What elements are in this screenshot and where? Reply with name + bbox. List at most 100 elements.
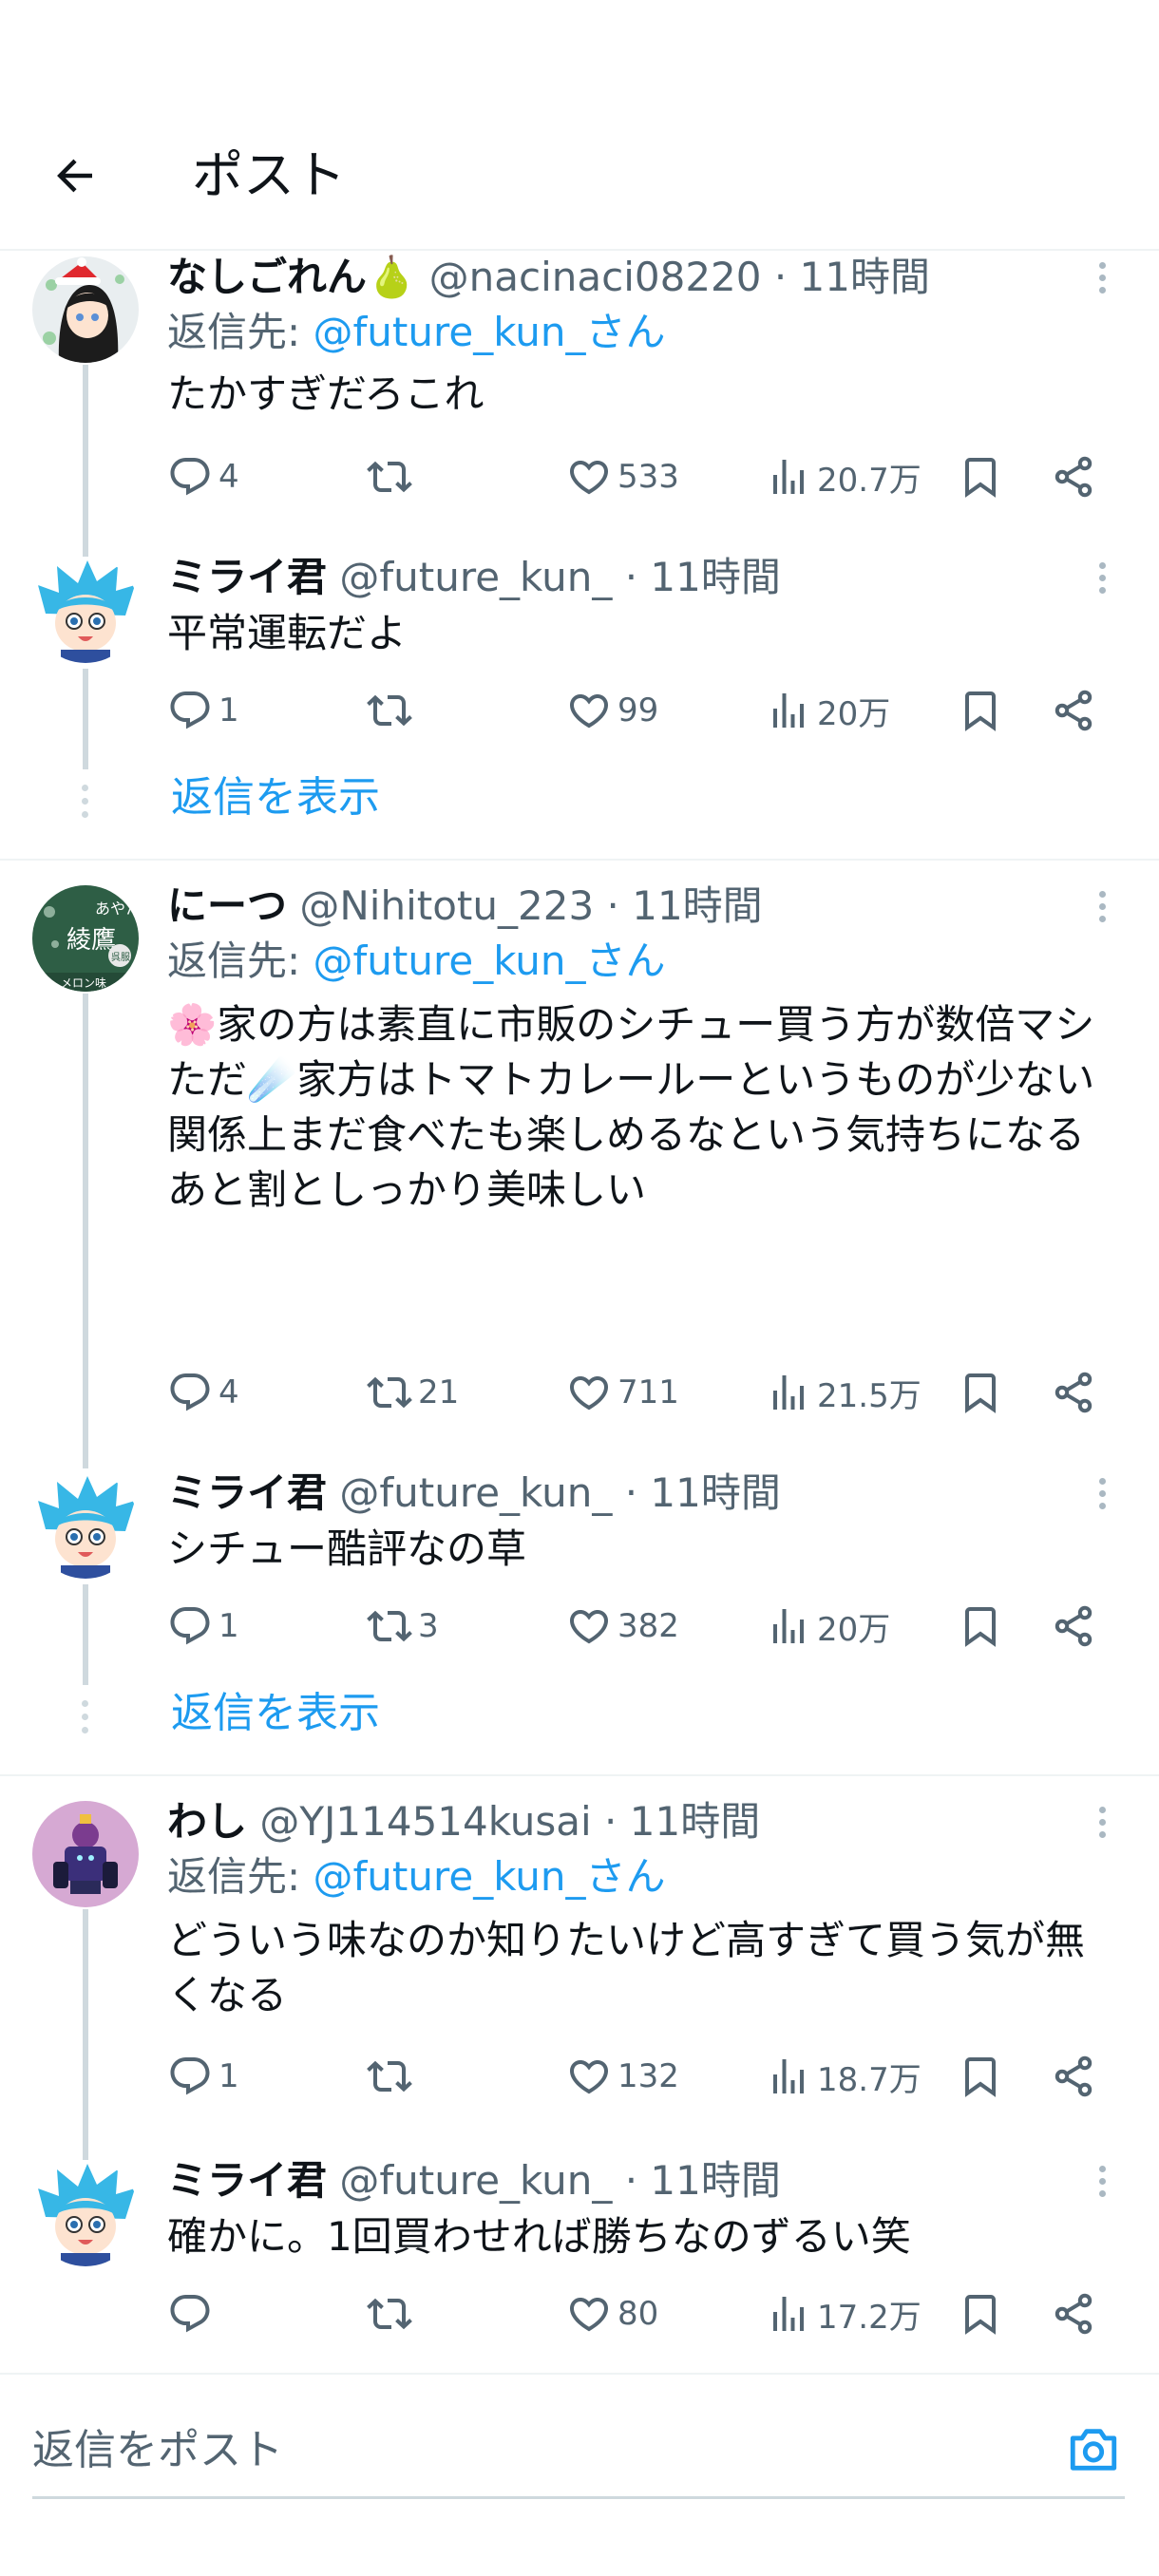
retweet-icon bbox=[367, 1376, 412, 1409]
thread-line bbox=[83, 365, 88, 560]
more-options-button[interactable] bbox=[1083, 251, 1121, 304]
tweet-nacinaci[interactable]: なしごれん🍐 @nacinaci08220 · 11時間 返信先: @futur… bbox=[0, 251, 1159, 560]
reply-icon bbox=[170, 1373, 210, 1411]
tweet-meta: ミライ君 @future_kun_ · 11時間 bbox=[167, 2154, 1083, 2207]
tweet-text: シチュー酷評なの草 bbox=[167, 1525, 527, 1572]
bookmark-button[interactable] bbox=[958, 2285, 1009, 2342]
retweet-button[interactable] bbox=[367, 2285, 418, 2342]
handle[interactable]: @future_kun_ bbox=[339, 2157, 612, 2204]
reply-button[interactable]: 1 bbox=[167, 2048, 239, 2105]
retweet-button[interactable] bbox=[367, 448, 418, 505]
timestamp[interactable]: · 11時間 bbox=[604, 1798, 760, 1845]
display-name[interactable]: ミライ君 bbox=[167, 1469, 327, 1516]
timestamp[interactable]: · 11時間 bbox=[607, 882, 763, 929]
timestamp[interactable]: · 11時間 bbox=[625, 1469, 781, 1516]
share-button[interactable] bbox=[1051, 682, 1102, 739]
avatar[interactable] bbox=[32, 1801, 139, 1907]
avatar[interactable] bbox=[32, 557, 139, 663]
display-name[interactable]: ミライ君 bbox=[167, 2157, 327, 2204]
like-count: 533 bbox=[618, 458, 679, 496]
camera-button[interactable] bbox=[1062, 2418, 1125, 2481]
show-replies-link[interactable]: 返信を表示 bbox=[171, 769, 380, 826]
tweet-future-kun[interactable]: ミライ君 @future_kun_ · 11時間 確かに。1回買わせれば勝ちなの… bbox=[0, 2154, 1159, 2363]
timestamp[interactable]: · 11時間 bbox=[774, 254, 930, 300]
tweet-future-kun[interactable]: ミライ君 @future_kun_ · 11時間 平常運転だよ 1 99 20万… bbox=[0, 551, 1159, 855]
views-button[interactable]: 20.7万 bbox=[766, 448, 922, 505]
page-title: ポスト bbox=[192, 145, 346, 205]
display-name[interactable]: ミライ君 bbox=[167, 554, 327, 600]
tweet-yj114514kusai[interactable]: わし @YJ114514kusai · 11時間 返信先: @future_ku… bbox=[0, 1795, 1159, 2160]
display-name[interactable]: なしごれん🍐 bbox=[167, 254, 416, 300]
action-bar: 1 99 20万 bbox=[167, 682, 1117, 739]
handle[interactable]: @Nihitotu_223 bbox=[299, 882, 594, 929]
handle[interactable]: @YJ114514kusai bbox=[259, 1798, 591, 1845]
views-button[interactable]: 21.5万 bbox=[766, 1364, 922, 1421]
avatar[interactable] bbox=[32, 1472, 139, 1579]
avatar[interactable] bbox=[32, 256, 139, 363]
reply-to-mention[interactable]: @future_kun_さん bbox=[314, 938, 666, 984]
views-button[interactable]: 17.2万 bbox=[766, 2285, 922, 2342]
retweet-button[interactable] bbox=[367, 682, 418, 739]
like-button[interactable]: 132 bbox=[566, 2048, 679, 2105]
share-button[interactable] bbox=[1051, 1598, 1102, 1655]
avatar-text: あやたか bbox=[95, 900, 139, 918]
reply-button[interactable]: 1 bbox=[167, 682, 239, 739]
share-button[interactable] bbox=[1051, 448, 1102, 505]
like-button[interactable]: 711 bbox=[566, 1364, 679, 1421]
bookmark-button[interactable] bbox=[958, 682, 1009, 739]
more-options-button[interactable] bbox=[1083, 1795, 1121, 1848]
more-options-button[interactable] bbox=[1083, 1467, 1121, 1520]
reply-button[interactable]: 4 bbox=[167, 448, 239, 505]
avatar[interactable]: あやたか 綾鷹 呉服 メロン味 bbox=[32, 885, 139, 992]
retweet-icon bbox=[367, 694, 412, 727]
views-button[interactable]: 20万 bbox=[766, 682, 890, 739]
like-button[interactable]: 382 bbox=[566, 1598, 679, 1655]
reply-to-mention[interactable]: @future_kun_さん bbox=[314, 1853, 666, 1900]
share-button[interactable] bbox=[1051, 1364, 1102, 1421]
show-replies-link[interactable]: 返信を表示 bbox=[171, 1685, 380, 1742]
more-options-button[interactable] bbox=[1083, 551, 1121, 604]
handle[interactable]: @future_kun_ bbox=[339, 554, 612, 600]
retweet-icon bbox=[367, 2060, 412, 2093]
share-button[interactable] bbox=[1051, 2048, 1102, 2105]
like-button[interactable]: 533 bbox=[566, 448, 679, 505]
like-button[interactable]: 99 bbox=[566, 682, 658, 739]
share-button[interactable] bbox=[1051, 2285, 1102, 2342]
action-bar: 4 21 711 21.5万 bbox=[167, 1364, 1117, 1421]
input-underline bbox=[32, 2496, 1125, 2499]
reply-to-mention[interactable]: @future_kun_さん bbox=[314, 309, 666, 355]
reply-button[interactable]: 1 bbox=[167, 1598, 239, 1655]
retweet-button[interactable]: 21 bbox=[367, 1364, 459, 1421]
display-name[interactable]: わし bbox=[167, 1798, 247, 1845]
tweet-future-kun[interactable]: ミライ君 @future_kun_ · 11時間 シチュー酷評なの草 1 3 3… bbox=[0, 1467, 1159, 1771]
timestamp[interactable]: · 11時間 bbox=[625, 554, 781, 600]
bookmark-button[interactable] bbox=[958, 2048, 1009, 2105]
timestamp[interactable]: · 11時間 bbox=[625, 2157, 781, 2204]
bookmark-button[interactable] bbox=[958, 1598, 1009, 1655]
reply-button[interactable]: 4 bbox=[167, 1364, 239, 1421]
handle[interactable]: @future_kun_ bbox=[339, 1469, 612, 1516]
views-button[interactable]: 18.7万 bbox=[766, 2048, 922, 2105]
views-button[interactable]: 20万 bbox=[766, 1598, 890, 1655]
like-button[interactable]: 80 bbox=[566, 2285, 658, 2342]
more-options-button[interactable] bbox=[1083, 880, 1121, 933]
avatar[interactable] bbox=[32, 2160, 139, 2266]
more-options-button[interactable] bbox=[1083, 2154, 1121, 2207]
bookmark-icon bbox=[965, 2057, 996, 2097]
back-button[interactable] bbox=[42, 142, 108, 209]
reply-button[interactable] bbox=[167, 2285, 218, 2342]
bookmark-button[interactable] bbox=[958, 1364, 1009, 1421]
like-count: 80 bbox=[618, 2295, 659, 2333]
retweet-button[interactable]: 3 bbox=[367, 1598, 439, 1655]
retweet-button[interactable] bbox=[367, 2048, 418, 2105]
display-name[interactable]: にーつ bbox=[167, 882, 287, 929]
handle[interactable]: @nacinaci08220 bbox=[429, 254, 762, 300]
reply-input[interactable]: 返信をポスト bbox=[32, 2422, 283, 2479]
bookmark-icon bbox=[965, 1607, 996, 1647]
reply-to-prefix: 返信先: bbox=[167, 1853, 314, 1900]
views-count: 18.7万 bbox=[817, 2060, 922, 2099]
reply-to-prefix: 返信先: bbox=[167, 309, 314, 355]
tweet-nihitotu[interactable]: あやたか 綾鷹 呉服 メロン味 にーつ @Nihitotu_223 · 11時間… bbox=[0, 880, 1159, 1468]
bookmark-button[interactable] bbox=[958, 448, 1009, 505]
reply-count: 1 bbox=[218, 1607, 239, 1645]
